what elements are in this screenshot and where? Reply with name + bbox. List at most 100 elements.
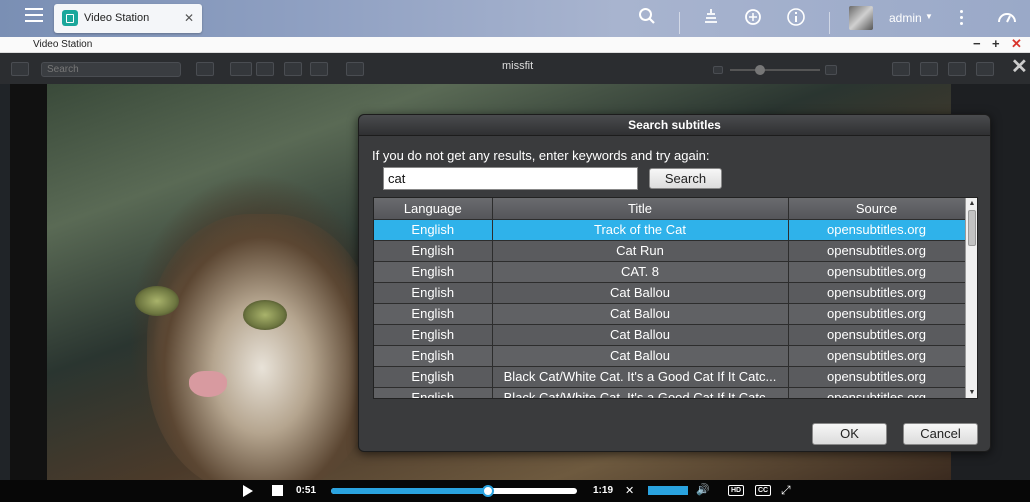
cell-language: English xyxy=(374,345,493,367)
table-row[interactable]: English Black Cat/White Cat. It's a Good … xyxy=(374,366,966,388)
close-window-icon[interactable]: ✕ xyxy=(1011,36,1022,52)
cell-title: Cat Run xyxy=(492,240,789,262)
volume-slider[interactable] xyxy=(648,486,688,495)
scroll-down-icon[interactable]: ▼ xyxy=(966,387,977,398)
cc-button[interactable]: CC xyxy=(755,485,772,496)
table-header-row: Language Title Source xyxy=(374,198,966,220)
cell-language: English xyxy=(374,219,493,241)
table-row[interactable]: English Cat Ballou opensubtitles.org xyxy=(374,282,966,304)
scroll-up-icon[interactable]: ▲ xyxy=(966,198,977,209)
search-icon[interactable] xyxy=(636,7,658,29)
detail-view-icon[interactable] xyxy=(284,62,302,76)
stop-icon[interactable] xyxy=(272,485,283,496)
volume-fill xyxy=(648,486,688,495)
user-name[interactable]: admin xyxy=(889,11,922,25)
cell-title: Black Cat/White Cat. It's a Good Cat If … xyxy=(492,387,789,398)
column-header-source[interactable]: Source xyxy=(788,198,966,220)
table-scrollbar[interactable]: ▲ ▼ xyxy=(965,198,977,398)
cell-title: Cat Ballou xyxy=(492,282,789,304)
sidebar-toggle-icon[interactable] xyxy=(11,62,29,76)
total-time: 1:19 xyxy=(593,485,614,496)
cell-source: opensubtitles.org xyxy=(788,282,966,304)
info-icon[interactable] xyxy=(785,7,807,29)
dialog-title: Search subtitles xyxy=(628,118,721,132)
table-row[interactable]: English Cat Run opensubtitles.org xyxy=(374,240,966,262)
search-subtitles-dialog: Search subtitles If you do not get any r… xyxy=(358,114,991,452)
volume-icon[interactable]: 🔊 xyxy=(696,483,710,496)
folder-icon[interactable] xyxy=(310,62,328,76)
play-icon[interactable] xyxy=(243,485,253,497)
table-row[interactable]: English Cat Ballou opensubtitles.org xyxy=(374,303,966,325)
cell-title: Cat Ballou xyxy=(492,345,789,367)
column-header-language[interactable]: Language xyxy=(374,198,493,220)
cell-title: Cat Ballou xyxy=(492,324,789,346)
cell-source: opensubtitles.org xyxy=(788,366,966,388)
current-time: 0:51 xyxy=(296,485,317,496)
video-cat-eye xyxy=(135,286,179,316)
cell-title: Black Cat/White Cat. It's a Good Cat If … xyxy=(492,366,789,388)
cell-language: English xyxy=(374,303,493,325)
download-tasks-icon[interactable] xyxy=(700,7,722,29)
tab-close-icon[interactable]: ✕ xyxy=(184,11,194,25)
cell-source: opensubtitles.org xyxy=(788,387,966,398)
cell-language: English xyxy=(374,366,493,388)
tab-label: Video Station xyxy=(84,12,150,24)
zoom-slider-handle[interactable] xyxy=(755,65,765,75)
app-title-bar: Video Station − + ✕ xyxy=(0,36,1030,53)
mute-icon[interactable]: ✕ xyxy=(625,484,634,497)
fullscreen-icon[interactable]: ⤢ xyxy=(781,483,791,498)
library-search-input[interactable]: Search xyxy=(41,62,181,77)
cell-language: English xyxy=(374,387,493,398)
settings-icon[interactable] xyxy=(948,62,966,76)
table-body: English Track of the Cat opensubtitles.org… xyxy=(374,219,966,398)
video-cat-image xyxy=(147,214,377,494)
thumbnail-view-icon[interactable] xyxy=(230,62,252,76)
player-controls: 0:51 1:19 ✕ 🔊 HD CC ⤢ xyxy=(0,480,1030,502)
maximize-icon[interactable]: + xyxy=(992,36,1000,51)
table-row[interactable]: English Track of the Cat opensubtitles.org xyxy=(374,219,966,241)
avatar[interactable] xyxy=(849,6,873,30)
toolbar-separator xyxy=(829,12,830,34)
movie-title: missfit xyxy=(502,60,534,72)
table-row[interactable]: English Black Cat/White Cat. It's a Good … xyxy=(374,387,966,398)
search-button[interactable]: Search xyxy=(649,168,722,189)
cell-language: English xyxy=(374,261,493,283)
refresh-icon[interactable] xyxy=(742,7,764,29)
progress-fill xyxy=(331,488,489,494)
top-bar: Video Station ✕ admin ▼ xyxy=(0,0,1030,37)
cell-source: opensubtitles.org xyxy=(788,345,966,367)
large-thumb-icon[interactable] xyxy=(825,65,837,75)
cancel-button[interactable]: Cancel xyxy=(903,423,978,445)
table-row[interactable]: English Cat Ballou opensubtitles.org xyxy=(374,324,966,346)
view-icon[interactable] xyxy=(196,62,214,76)
keyword-input[interactable] xyxy=(383,167,638,190)
app-title: Video Station xyxy=(33,39,93,50)
video-cat-nose xyxy=(189,371,227,397)
help-icon[interactable] xyxy=(976,62,994,76)
close-player-icon[interactable]: ✕ xyxy=(1011,54,1028,79)
cell-source: opensubtitles.org xyxy=(788,324,966,346)
cell-title: CAT. 8 xyxy=(492,261,789,283)
hd-button[interactable]: HD xyxy=(728,485,745,496)
more-options-icon[interactable] xyxy=(960,10,966,28)
main-menu-icon[interactable] xyxy=(25,8,43,24)
scrollbar-thumb[interactable] xyxy=(968,210,976,246)
list-view-icon[interactable] xyxy=(256,62,274,76)
minimize-icon[interactable]: − xyxy=(973,36,981,51)
dashboard-icon[interactable] xyxy=(996,7,1018,29)
refresh-library-icon[interactable] xyxy=(920,62,938,76)
video-station-icon xyxy=(62,10,78,26)
ok-button[interactable]: OK xyxy=(812,423,887,445)
chevron-down-icon[interactable]: ▼ xyxy=(925,12,933,21)
subtitle-icon[interactable] xyxy=(892,62,910,76)
table-row[interactable]: English CAT. 8 opensubtitles.org xyxy=(374,261,966,283)
small-thumb-icon[interactable] xyxy=(713,66,723,74)
progress-bar[interactable] xyxy=(331,488,577,494)
progress-handle[interactable] xyxy=(482,485,495,497)
dialog-header[interactable]: Search subtitles xyxy=(359,115,990,136)
table-row[interactable]: English Cat Ballou opensubtitles.org xyxy=(374,345,966,367)
app-tab-video-station[interactable]: Video Station ✕ xyxy=(54,4,202,33)
grid-icon[interactable] xyxy=(346,62,364,76)
column-header-title[interactable]: Title xyxy=(492,198,789,220)
zoom-slider[interactable] xyxy=(730,69,820,71)
